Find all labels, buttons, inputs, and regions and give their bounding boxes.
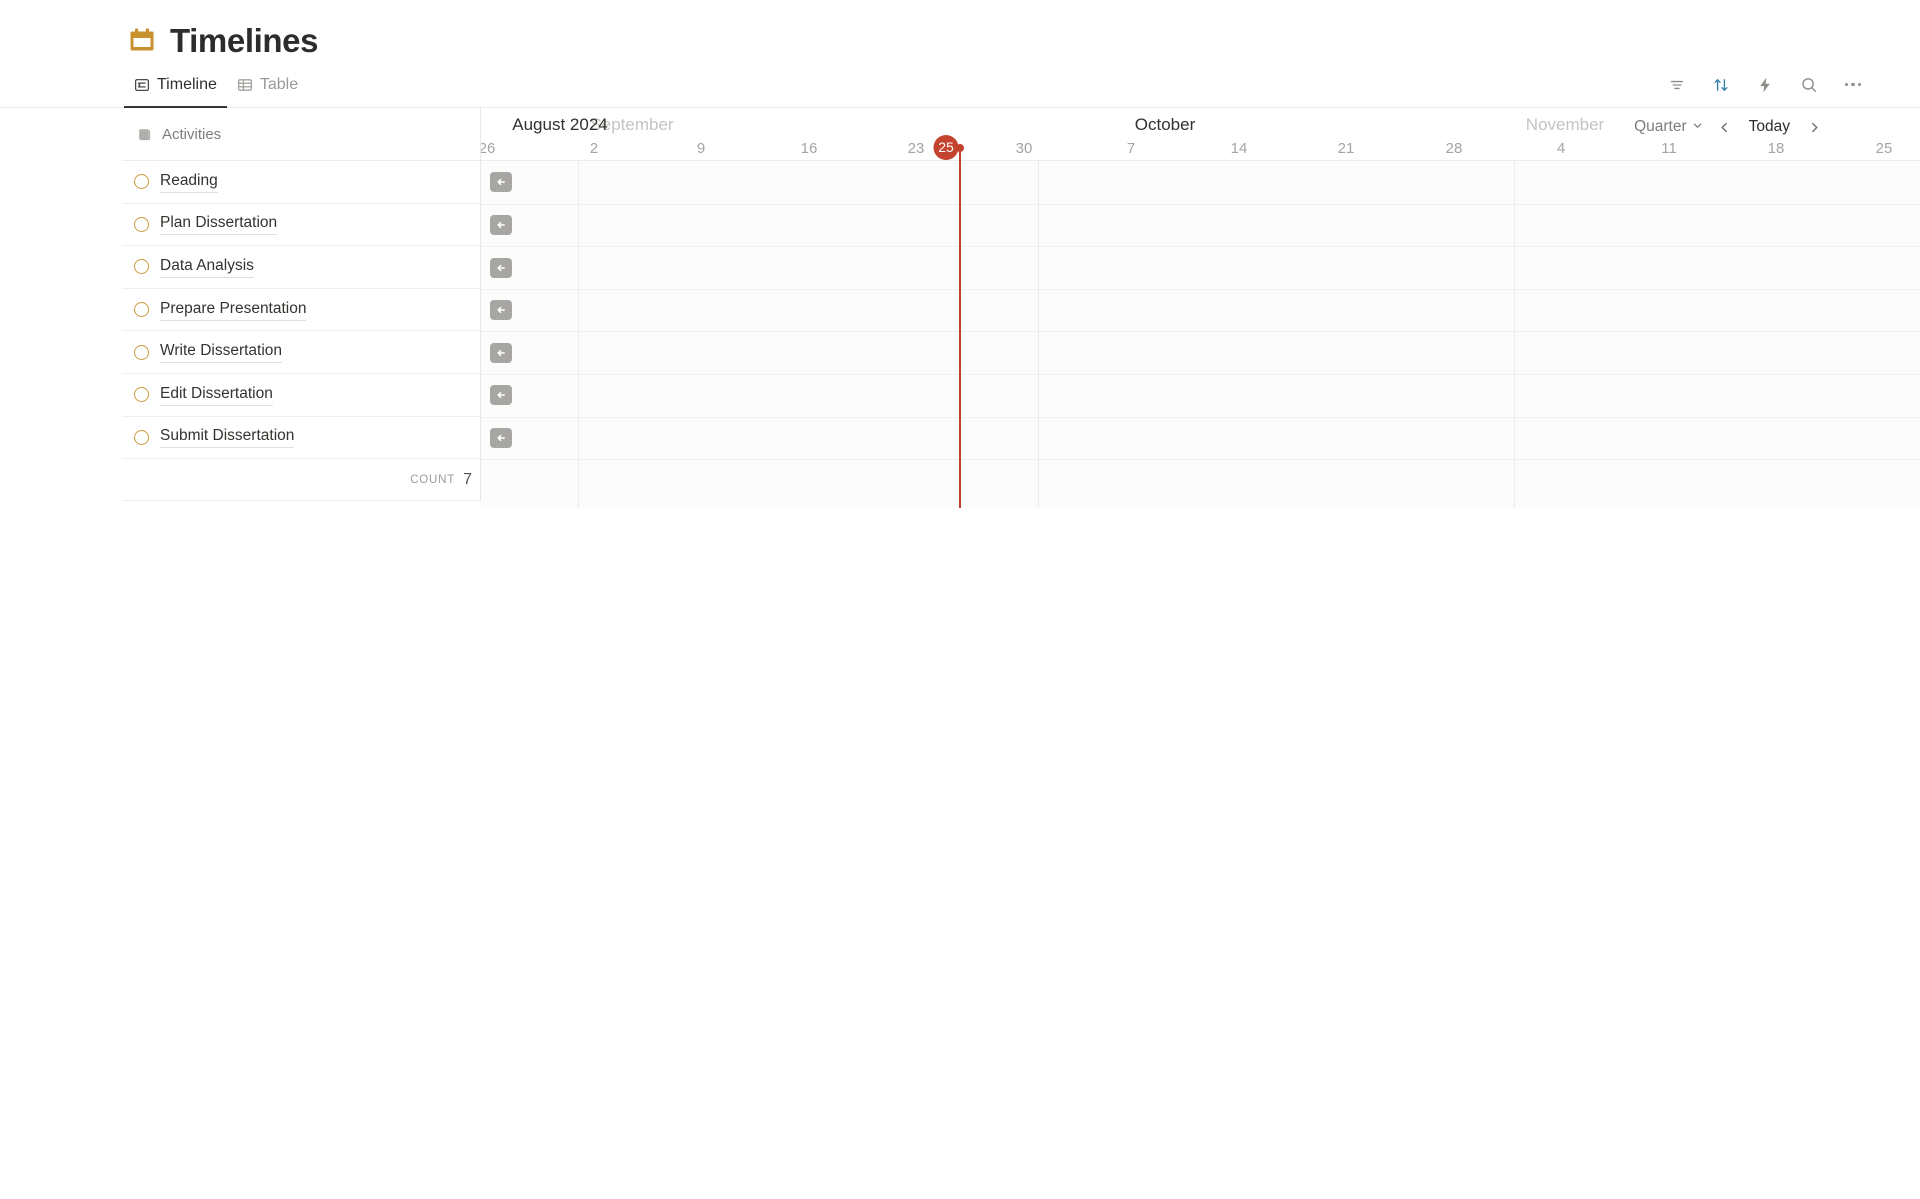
activity-row[interactable]: Write Dissertation: [122, 331, 480, 374]
row-separator: [481, 331, 1920, 333]
month-label: October: [1134, 115, 1196, 134]
arrow-left-icon: [497, 392, 505, 399]
activities-header-label: Activities: [162, 125, 222, 143]
view-tabbar: Timeline Table: [0, 62, 1920, 108]
month-boundary-line: [1038, 161, 1039, 508]
arrow-left-icon: [497, 179, 505, 186]
scroll-to-item-button[interactable]: [490, 342, 512, 363]
arrow-left-icon: [497, 221, 505, 229]
timeline-view-icon: [134, 77, 150, 93]
status-circle-icon: [134, 302, 149, 318]
search-icon[interactable]: [1798, 74, 1820, 96]
day-tick-label: 30: [1015, 140, 1033, 157]
activity-row[interactable]: Submit Dissertation: [122, 417, 480, 460]
month-boundary-line: [578, 161, 579, 508]
more-options-icon[interactable]: [1842, 74, 1864, 96]
day-tick-label: 25: [1875, 140, 1893, 157]
day-tick-label: 14: [1230, 140, 1248, 157]
timeline-header: November October September August 2024 Quar…: [481, 108, 1920, 161]
scroll-to-item-button[interactable]: [490, 300, 512, 321]
activity-label: Plan Dissertation: [160, 213, 278, 236]
activity-row[interactable]: Plan Dissertation: [122, 204, 480, 247]
scroll-to-item-button[interactable]: [490, 172, 512, 193]
status-circle-icon: [134, 216, 149, 232]
month-label: August 2024: [512, 115, 608, 134]
status-circle-icon: [134, 174, 149, 190]
today-button[interactable]: Today: [1741, 115, 1798, 139]
status-circle-icon: [134, 429, 149, 445]
today-date-marker: 25: [933, 135, 959, 160]
status-circle-icon: [134, 387, 149, 403]
day-tick-label: 21: [1337, 140, 1355, 157]
filter-icon[interactable]: [1666, 74, 1688, 96]
activities-header[interactable]: Activities: [122, 108, 480, 161]
automation-icon[interactable]: [1754, 74, 1776, 96]
activity-row[interactable]: Prepare Presentation: [122, 289, 480, 332]
month-boundary-line: [1514, 161, 1515, 508]
activity-row[interactable]: Reading: [122, 161, 480, 204]
page-header: Timelines: [0, 0, 1920, 62]
timeline-body: [481, 148, 1920, 508]
tab-timeline-label: Timeline: [157, 75, 217, 93]
day-tick-label: 23: [907, 140, 925, 157]
timeline-nav-controls: Quarter Today: [1618, 111, 1828, 143]
timeline-grid-panel: November October September August 2024 Quar…: [481, 108, 1920, 528]
day-tick-label: 7: [1126, 140, 1136, 157]
scroll-to-item-button[interactable]: [490, 257, 512, 278]
status-circle-icon: [134, 344, 149, 360]
timeline-board: Activities Reading Plan Dissertation Dat…: [0, 108, 1920, 528]
range-selector[interactable]: Quarter: [1628, 115, 1709, 139]
count-value: 7: [463, 470, 472, 488]
count-label: COUNT: [410, 473, 456, 486]
row-separator: [481, 416, 1920, 418]
day-tick-label: 9: [696, 140, 706, 157]
tab-table-label: Table: [259, 75, 299, 93]
activity-label: Write Dissertation: [160, 341, 283, 364]
row-separator: [481, 246, 1920, 248]
table-view-icon: [237, 77, 253, 93]
view-tabs: Timeline Table: [124, 62, 308, 108]
prev-period-button[interactable]: [1713, 115, 1737, 139]
row-separator: [481, 459, 1920, 461]
next-period-button[interactable]: [1802, 115, 1826, 139]
month-label: November: [1525, 115, 1605, 134]
row-separator: [481, 288, 1920, 290]
day-tick-label: 16: [800, 140, 818, 157]
scroll-to-item-button[interactable]: [490, 385, 512, 406]
activity-label: Reading: [160, 171, 218, 193]
activities-panel: Activities Reading Plan Dissertation Dat…: [122, 108, 481, 502]
page-title: Timelines: [170, 21, 319, 59]
today-marker-line: [959, 148, 961, 508]
activity-label: Prepare Presentation: [160, 299, 307, 321]
activity-row[interactable]: Data Analysis: [122, 246, 480, 289]
activity-label: Data Analysis: [160, 256, 254, 278]
row-separator: [481, 374, 1920, 375]
day-tick-label: 26: [481, 140, 496, 157]
scroll-to-item-button[interactable]: [490, 214, 512, 235]
arrow-left-icon: [497, 434, 505, 442]
tab-table[interactable]: Table: [227, 62, 308, 108]
activity-row[interactable]: Edit Dissertation: [122, 374, 480, 417]
day-tick-label: 28: [1445, 140, 1463, 157]
status-circle-icon: [134, 259, 149, 275]
sort-icon[interactable]: [1710, 74, 1732, 96]
count-footer[interactable]: COUNT 7: [122, 459, 480, 502]
arrow-left-icon: [497, 349, 505, 356]
activity-label: Submit Dissertation: [160, 426, 295, 449]
calendar-icon: [128, 26, 156, 54]
row-separator: [481, 203, 1920, 205]
range-selector-label: Quarter: [1634, 118, 1687, 135]
arrow-left-icon: [497, 306, 505, 314]
scroll-to-item-button[interactable]: [490, 427, 512, 448]
day-tick-label: 2: [589, 140, 599, 157]
arrow-left-icon: [497, 264, 505, 271]
pages-icon: [138, 127, 153, 142]
activity-label: Edit Dissertation: [160, 384, 273, 406]
view-toolbar: [1666, 74, 1884, 96]
chevron-down-icon: [1692, 118, 1703, 136]
tab-timeline[interactable]: Timeline: [124, 62, 227, 108]
day-tick-label: 4: [1556, 140, 1566, 157]
